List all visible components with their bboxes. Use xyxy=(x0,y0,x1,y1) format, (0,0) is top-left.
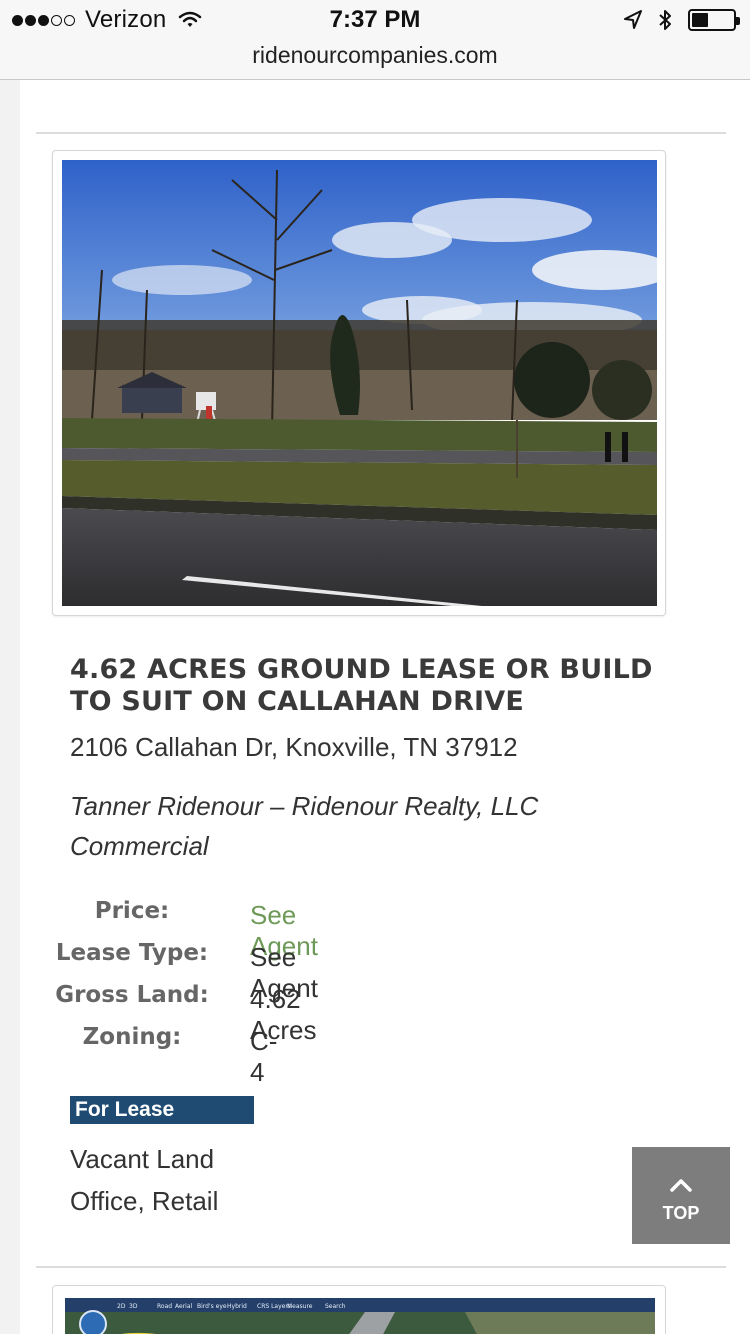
property-type-line: Office, Retail xyxy=(70,1186,219,1216)
chevron-up-icon xyxy=(670,1179,692,1192)
map-toolbar-item[interactable]: Road xyxy=(157,1303,172,1310)
browser-url-bar[interactable]: ridenourcompanies.com xyxy=(0,40,750,80)
listing-category: Commercial xyxy=(70,831,209,861)
map-toolbar-item[interactable]: Measure xyxy=(287,1303,313,1310)
map-toolbar-item[interactable]: Search xyxy=(325,1303,346,1310)
divider xyxy=(36,1266,726,1268)
map-toolbar-item[interactable]: Bird's eye xyxy=(197,1303,227,1310)
divider xyxy=(36,132,726,134)
bluetooth-icon xyxy=(659,10,671,30)
top-button-label: TOP xyxy=(662,1203,700,1223)
page-content: 4.62 ACRES GROUND LEASE OR BUILD TO SUIT… xyxy=(20,80,750,1334)
map-toolbar-item[interactable]: 3D xyxy=(129,1303,138,1310)
status-icons xyxy=(612,8,740,32)
lease-type-label: Lease Type: xyxy=(55,940,209,966)
location-arrow-icon xyxy=(624,10,642,29)
map-toolbar-item[interactable]: Aerial xyxy=(175,1303,193,1310)
map-toolbar-item[interactable]: Hybrid xyxy=(227,1303,247,1310)
listing-map[interactable]: 2D 3D Road Aerial Bird's eye Hybrid CRS Layers… xyxy=(52,1285,666,1334)
battery-icon xyxy=(688,9,740,31)
property-type-line: Vacant Land xyxy=(70,1144,215,1174)
gross-land-label: Gross Land: xyxy=(55,982,209,1008)
listing-title[interactable]: 4.62 ACRES GROUND LEASE OR BUILD TO SUIT… xyxy=(70,654,690,718)
url-text: ridenourcompanies.com xyxy=(252,42,498,68)
scroll-to-top-button[interactable]: TOP xyxy=(632,1147,730,1244)
for-lease-badge: For Lease xyxy=(70,1096,254,1124)
price-label: Price: xyxy=(94,898,170,924)
aerial-map-image: 2D 3D Road Aerial Bird's eye Hybrid CRS Layers… xyxy=(65,1298,655,1334)
status-bar: Verizon 7:37 PM xyxy=(0,0,750,40)
listing-address: 2106 Callahan Dr, Knoxville, TN 37912 xyxy=(70,732,518,762)
listing-agent-block: Tanner Ridenour – Ridenour Realty, LLC C… xyxy=(70,786,538,866)
property-photo-image xyxy=(62,160,657,606)
map-toolbar-item[interactable]: CRS Layers xyxy=(257,1303,291,1310)
zoning-value: C-4 xyxy=(250,1026,278,1087)
property-types: Vacant Land Office, Retail xyxy=(70,1138,218,1222)
zoning-label: Zoning: xyxy=(82,1024,182,1050)
listing-photo[interactable] xyxy=(52,150,666,616)
map-toolbar-item[interactable]: 2D xyxy=(117,1303,126,1310)
agent-name[interactable]: Tanner Ridenour – Ridenour Realty, LLC xyxy=(70,786,538,826)
